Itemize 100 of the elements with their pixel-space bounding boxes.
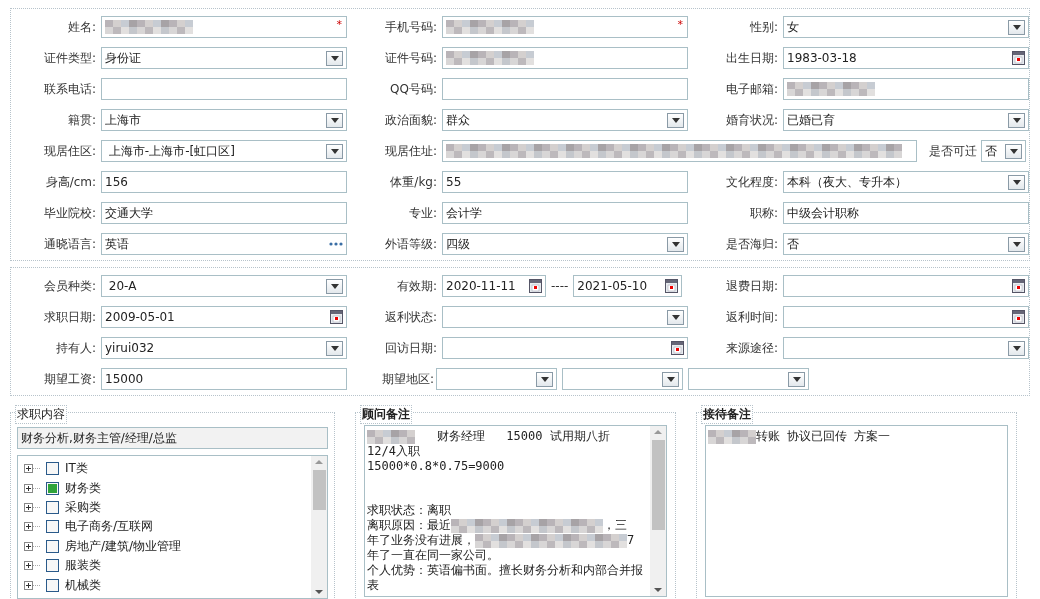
input-field[interactable]: 会计学	[442, 202, 688, 224]
tree-item[interactable]: 机械类	[24, 575, 305, 595]
calendar-icon[interactable]	[671, 341, 684, 355]
tree-item[interactable]: 电子商务/互联网	[24, 517, 305, 537]
calendar-icon[interactable]	[665, 279, 679, 293]
tree-item[interactable]: 采购类	[24, 497, 305, 518]
tree-item[interactable]: 财务类	[24, 478, 305, 498]
select-field[interactable]: 已婚已育	[783, 109, 1029, 131]
scroll-down-icon[interactable]	[654, 588, 662, 592]
scrollbar[interactable]	[650, 426, 666, 596]
field-label: 毕业院校:	[42, 204, 96, 222]
dropdown-button[interactable]	[326, 112, 343, 128]
select-field[interactable]: yirui032	[101, 337, 347, 359]
tree-item[interactable]: 服装类	[24, 556, 305, 576]
more-icon[interactable]	[329, 242, 343, 246]
input-field[interactable]: 英语	[101, 233, 347, 255]
select-field[interactable]: 上海市-上海市-[虹口区]	[101, 140, 347, 162]
expand-icon[interactable]	[24, 580, 40, 590]
dropdown-button[interactable]	[788, 371, 805, 387]
notes-textarea[interactable]: 转账 协议已回传 方案一	[705, 425, 1008, 597]
select-field[interactable]: 20-A	[101, 275, 347, 297]
date-field[interactable]: 1983-03-18	[783, 47, 1029, 69]
date-field[interactable]: 2020-11-11	[442, 275, 546, 297]
calendar-icon[interactable]	[529, 279, 542, 293]
select-field[interactable]: 上海市	[101, 109, 347, 131]
expand-icon[interactable]	[24, 541, 40, 551]
checkbox[interactable]	[46, 501, 59, 515]
scrollbar-thumb[interactable]	[651, 440, 665, 530]
field-label: 退费日期:	[724, 277, 778, 295]
checkbox[interactable]	[46, 520, 59, 534]
dropdown-button[interactable]	[667, 309, 684, 325]
scroll-down-icon[interactable]	[315, 590, 323, 594]
select-field[interactable]: 否	[783, 233, 1029, 255]
field-label: 联系电话:	[42, 80, 96, 98]
select-field[interactable]: 女	[783, 16, 1029, 38]
date-field[interactable]	[442, 337, 688, 359]
calendar-icon[interactable]	[330, 310, 343, 324]
dropdown-button[interactable]	[326, 143, 343, 159]
select-field[interactable]	[562, 368, 683, 390]
dropdown-button[interactable]	[662, 371, 679, 387]
input-field[interactable]: 中级会计职称	[783, 202, 1029, 224]
dropdown-button[interactable]	[1008, 340, 1025, 356]
select-field[interactable]	[436, 368, 557, 390]
input-field[interactable]	[783, 78, 1029, 100]
calendar-icon[interactable]	[1012, 310, 1025, 324]
tree-item[interactable]: IT类	[24, 459, 305, 479]
scrollbar[interactable]	[311, 456, 327, 598]
select-field[interactable]	[442, 306, 688, 328]
expand-icon[interactable]	[24, 522, 40, 532]
notes-textarea[interactable]: 财务经理 15000 试用期八折 12/4入职 15000*0.8*0.75=9000 求职状态：离职 离职原因：最近 ，三 年了业务没有进展， 7 年了一直在同一家公司。 个人优势：英语偏书面。擅长财务分析和内部合并报 表	[364, 425, 667, 597]
expand-icon[interactable]	[24, 464, 40, 474]
dropdown-button[interactable]	[326, 50, 343, 66]
checkbox[interactable]	[46, 481, 59, 495]
checkbox[interactable]	[46, 578, 59, 592]
expand-icon[interactable]	[24, 483, 40, 493]
dropdown-button[interactable]	[1008, 174, 1025, 190]
dropdown-button[interactable]	[326, 278, 343, 294]
dropdown-button[interactable]	[1008, 236, 1025, 252]
input-field[interactable]: *	[442, 16, 688, 38]
input-field[interactable]: 55	[442, 171, 688, 193]
field-label: 通晓语言:	[42, 235, 96, 253]
note-text: 离职原因：最近	[367, 518, 451, 533]
select-field[interactable]: 四级	[442, 233, 688, 255]
dropdown-button[interactable]	[536, 371, 553, 387]
input-field[interactable]: *	[101, 16, 347, 38]
scrollbar-thumb[interactable]	[312, 470, 326, 510]
tree-item[interactable]: 房地产/建筑/物业管理	[24, 536, 305, 557]
checkbox[interactable]	[46, 559, 59, 573]
input-field[interactable]	[442, 78, 688, 100]
input-field[interactable]: 交通大学	[101, 202, 347, 224]
select-field[interactable]	[688, 368, 809, 390]
checkbox[interactable]	[46, 462, 59, 476]
date-field[interactable]	[783, 275, 1029, 297]
dropdown-button[interactable]	[1005, 143, 1022, 159]
date-field[interactable]: 2021-05-10	[573, 275, 683, 297]
expand-icon[interactable]	[24, 503, 40, 513]
dropdown-button[interactable]	[667, 236, 684, 252]
field-label: 专业:	[407, 204, 437, 222]
date-field[interactable]	[783, 306, 1029, 328]
dropdown-button[interactable]	[667, 112, 684, 128]
note-text: 个人优势：英语偏书面。擅长财务分析和内部合并报	[367, 563, 643, 578]
expand-icon[interactable]	[24, 561, 40, 571]
input-field[interactable]	[442, 140, 917, 162]
input-field[interactable]: 15000	[101, 368, 347, 390]
input-field[interactable]	[101, 78, 347, 100]
date-field[interactable]: 2009-05-01	[101, 306, 347, 328]
calendar-icon[interactable]	[1012, 279, 1025, 293]
input-field[interactable]: 财务分析,财务主管/经理/总监	[17, 427, 328, 449]
select-field[interactable]: 身份证	[101, 47, 347, 69]
checkbox[interactable]	[46, 539, 59, 553]
select-field[interactable]	[783, 337, 1029, 359]
input-field[interactable]: 156	[101, 171, 347, 193]
dropdown-button[interactable]	[326, 340, 343, 356]
calendar-icon[interactable]	[1012, 51, 1025, 65]
input-field[interactable]	[442, 47, 688, 69]
select-field[interactable]: 本科（夜大、专升本）	[783, 171, 1029, 193]
dropdown-button[interactable]	[1008, 19, 1025, 35]
select-field[interactable]: 否	[981, 140, 1026, 162]
dropdown-button[interactable]	[1008, 112, 1025, 128]
select-field[interactable]: 群众	[442, 109, 688, 131]
